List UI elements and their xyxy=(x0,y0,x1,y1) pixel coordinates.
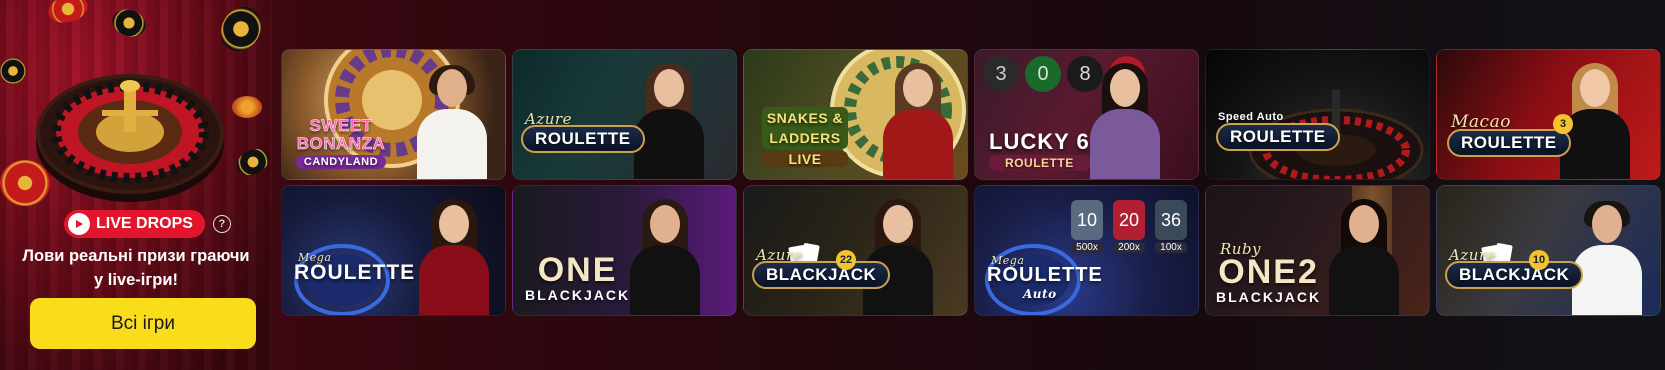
game-logo: Mega ROULETTE xyxy=(294,251,415,285)
multiplier-row: 10 500x 20 200x 36 100x xyxy=(1071,200,1187,253)
game-title: ROULETTE xyxy=(521,125,645,153)
dealer-image xyxy=(411,197,497,315)
multiplier-value: 200x xyxy=(1113,242,1145,253)
dealer-image xyxy=(875,61,961,179)
promo-text-line2: у live-ігри! xyxy=(94,271,178,289)
dealer-image xyxy=(409,61,495,179)
casino-chip-icon xyxy=(232,96,262,118)
multiplier-cell: 36 100x xyxy=(1155,200,1187,253)
multiplier-number: 20 xyxy=(1113,200,1145,240)
game-number-badge: 3 xyxy=(1553,114,1573,134)
game-number-badge: 22 xyxy=(836,250,856,270)
game-tile-one-blackjack[interactable]: ONE BLACKJACK xyxy=(512,185,737,316)
game-logo: Azure BLACKJACK xyxy=(1445,246,1584,289)
game-subtitle: LIVE xyxy=(762,151,848,167)
game-number-badge: 10 xyxy=(1529,250,1549,270)
live-drops-row: LIVE DROPS ? xyxy=(64,210,231,238)
game-title: ROULETTE xyxy=(987,264,1103,286)
multiplier-value: 100x xyxy=(1155,242,1187,253)
game-logo: LUCKY 6 ROULETTE xyxy=(989,129,1090,171)
game-title: SNAKES & LADDERS xyxy=(762,107,848,149)
number-ball: 3 xyxy=(983,56,1019,92)
live-drops-badge: LIVE DROPS xyxy=(64,210,205,238)
dealer-image xyxy=(1564,197,1650,315)
game-subtitle: BLACKJACK xyxy=(525,287,631,303)
game-tile-ruby-one-blackjack[interactable]: Ruby ONE2 BLACKJACK xyxy=(1205,185,1430,316)
game-tile-azure-blackjack-22[interactable]: Azure BLACKJACK 22 xyxy=(743,185,968,316)
game-subtitle: Auto xyxy=(1023,287,1057,301)
play-icon xyxy=(68,213,90,235)
game-tile-mega-roulette[interactable]: Mega ROULETTE xyxy=(281,185,506,316)
live-drops-label: LIVE DROPS xyxy=(96,215,193,232)
game-subtitle: CANDYLAND xyxy=(296,155,386,169)
game-subtitle: BLACKJACK xyxy=(1216,289,1322,305)
game-logo: SNAKES & LADDERS LIVE xyxy=(762,107,848,167)
live-drops-promo: LIVE DROPS ? Лови реальні призи граючи у… xyxy=(0,0,272,370)
dealer-image xyxy=(622,197,708,315)
game-logo: Ruby ONE2 BLACKJACK xyxy=(1216,240,1321,305)
game-tile-azure-roulette[interactable]: Azure ROULETTE xyxy=(512,49,737,180)
help-icon[interactable]: ? xyxy=(212,215,231,233)
game-title: ONE xyxy=(537,251,618,289)
all-games-button[interactable]: Всі ігри xyxy=(30,298,256,349)
promo-description: Лови реальні призи граючи у live-ігри! xyxy=(0,244,272,292)
game-title: BLACKJACK xyxy=(752,261,891,289)
game-tile-azure-blackjack-10[interactable]: Azure BLACKJACK 10 xyxy=(1436,185,1661,316)
game-tile-mega-roulette-auto[interactable]: 10 500x 20 200x 36 100x Mega ROULETTE Au… xyxy=(974,185,1199,316)
game-logo: SWEET BONANZA CANDYLAND xyxy=(296,116,386,169)
game-title: ROULETTE xyxy=(1216,123,1340,151)
promo-text-line1: Лови реальні призи граючи xyxy=(22,247,250,265)
multiplier-number: 36 xyxy=(1155,200,1187,240)
game-prefix: Speed Auto xyxy=(1218,111,1284,123)
live-games-banner: LIVE DROPS ? Лови реальні призи граючи у… xyxy=(0,0,1665,370)
roulette-wheel-icon xyxy=(36,74,224,202)
live-games-grid: SWEET BONANZA CANDYLAND Azure ROULETTE S… xyxy=(281,49,1661,316)
game-subtitle: ROULETTE xyxy=(989,155,1090,171)
game-tile-speed-auto-roulette[interactable]: Speed Auto ROULETTE xyxy=(1205,49,1430,180)
game-tile-sweet-bonanza[interactable]: SWEET BONANZA CANDYLAND xyxy=(281,49,506,180)
game-logo: Mega ROULETTE Auto xyxy=(987,254,1103,301)
game-tile-snakes-ladders[interactable]: SNAKES & LADDERS LIVE xyxy=(743,49,968,180)
multiplier-number: 10 xyxy=(1071,200,1103,240)
game-logo: ONE BLACKJACK xyxy=(525,253,630,303)
number-ball: 0 xyxy=(1025,56,1061,92)
game-title: BLACKJACK xyxy=(1445,261,1584,289)
game-tile-lucky-6[interactable]: 3 0 8 36 LUCKY 6 ROULETTE xyxy=(974,49,1199,180)
dealer-image xyxy=(1082,61,1168,179)
game-logo: Azure ROULETTE xyxy=(521,110,645,153)
game-logo: Speed Auto ROULETTE xyxy=(1216,111,1340,151)
game-title: ROULETTE xyxy=(294,261,416,284)
game-title: ONE2 xyxy=(1218,253,1319,291)
multiplier-cell: 20 200x xyxy=(1113,200,1145,253)
game-logo: Azure BLACKJACK xyxy=(752,246,891,289)
game-title: LUCKY 6 xyxy=(989,129,1090,154)
dealer-image xyxy=(1321,197,1407,315)
game-title: SWEET BONANZA xyxy=(296,116,386,153)
casino-chip-icon xyxy=(0,58,26,84)
game-logo: Macao ROULETTE xyxy=(1447,112,1571,157)
game-title: ROULETTE xyxy=(1447,129,1571,157)
game-tile-macao-roulette[interactable]: Macao ROULETTE 3 xyxy=(1436,49,1661,180)
